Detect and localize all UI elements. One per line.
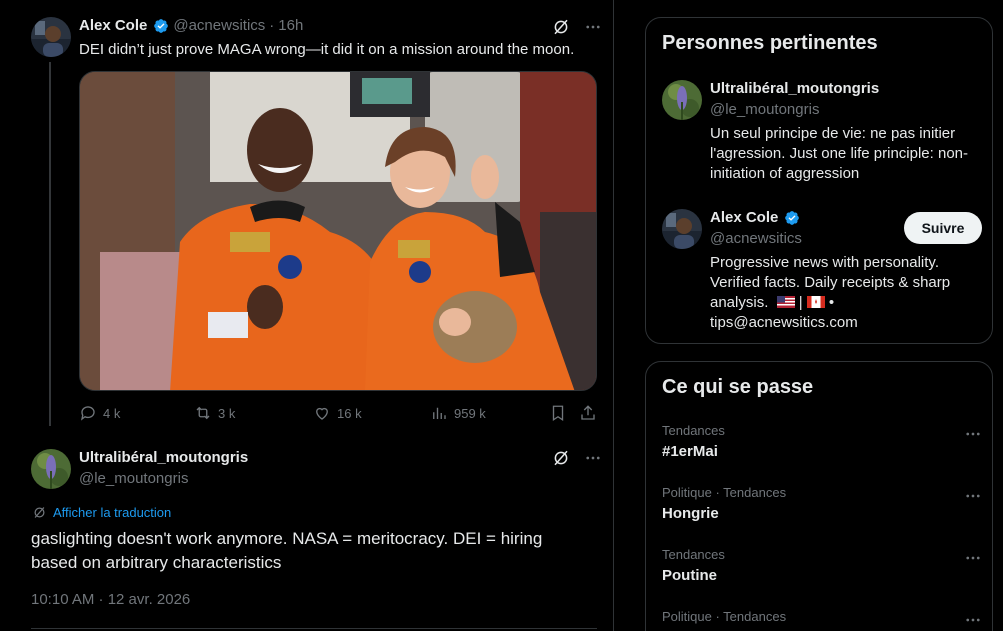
reply-header-actions xyxy=(552,449,602,467)
views-count: 959 k xyxy=(454,405,486,421)
views-icon xyxy=(433,407,446,419)
author-handle[interactable]: @acnewsitics xyxy=(173,17,265,34)
reply-author-name: Ultralibéral_moutongris xyxy=(79,449,248,467)
person-avatar[interactable] xyxy=(662,209,702,249)
grok-icon[interactable] xyxy=(552,449,570,467)
trend-item[interactable]: Tendances Poutine xyxy=(662,547,982,584)
person-avatar[interactable] xyxy=(662,80,702,120)
more-icon[interactable] xyxy=(584,449,602,467)
whats-happening-title: Ce qui se passe xyxy=(662,376,814,398)
more-icon[interactable] xyxy=(964,549,982,567)
reply-author-handle-text[interactable]: @le_moutongris xyxy=(79,470,188,487)
tweet-header-actions xyxy=(552,18,602,36)
trend-name: #1erMai xyxy=(662,443,718,460)
author-avatar[interactable] xyxy=(31,17,71,57)
person-bio: Progressive news with personality. Verif… xyxy=(710,253,982,333)
trend-category: Tendances xyxy=(662,423,725,438)
person-card[interactable]: Ultralibéral_moutongris @le_moutongris U… xyxy=(662,80,982,190)
relevant-people-panel: Personnes pertinentes Ultralibéral_mouto… xyxy=(645,17,993,344)
person-bio-email[interactable]: tips@acnewsitics.com xyxy=(710,314,858,331)
trend-category: Tendances xyxy=(662,547,725,562)
separator-dot: · xyxy=(269,17,275,34)
us-flag-icon xyxy=(776,296,795,308)
tweet-header: Alex Cole @acnewsitics · 16h xyxy=(79,17,303,34)
reply-count: 4 k xyxy=(103,405,121,421)
person-name[interactable]: Alex Cole xyxy=(710,209,778,226)
reply-icon xyxy=(80,406,95,421)
repost-icon xyxy=(196,406,210,420)
divider xyxy=(31,628,597,629)
tweet-time[interactable]: 16h xyxy=(278,17,303,34)
trend-category: Politique · Tendances xyxy=(662,609,787,624)
reply-author-handle: @le_moutongris xyxy=(79,470,188,488)
main-timeline: Alex Cole @acnewsitics · 16h DEI didn’t … xyxy=(0,0,614,631)
follow-button[interactable]: Suivre xyxy=(904,212,982,244)
tweet-text: DEI didn’t just prove MAGA wrong—it did … xyxy=(79,41,575,58)
grok-icon[interactable] xyxy=(552,18,570,36)
whats-happening-panel: Ce qui se passe Tendances #1erMai Politi… xyxy=(645,361,993,631)
reply-author-avatar[interactable] xyxy=(31,449,71,489)
person-name[interactable]: Ultralibéral_moutongris xyxy=(710,80,879,97)
trend-item[interactable]: Politique · Tendances Hongrie xyxy=(662,485,982,522)
trend-item[interactable]: Politique · Tendances xyxy=(662,609,982,629)
person-card[interactable]: Alex Cole @acnewsitics Suivre Progressiv… xyxy=(662,209,982,334)
repost-button[interactable]: 3 k xyxy=(194,404,235,422)
reply-timestamp[interactable]: 10:10 AM · 12 avr. 2026 xyxy=(31,591,190,608)
person-name-row: Alex Cole xyxy=(710,209,800,226)
translate-link[interactable]: Afficher la traduction xyxy=(32,505,171,520)
reply-button[interactable]: 4 k xyxy=(79,404,120,422)
reply-author-name-text[interactable]: Ultralibéral_moutongris xyxy=(79,449,248,466)
share-icon[interactable] xyxy=(579,404,597,422)
person-handle[interactable]: @acnewsitics xyxy=(710,230,802,247)
thread-line xyxy=(49,62,51,426)
tweet-actions-bar: 4 k 3 k 16 k 959 k xyxy=(79,404,597,424)
trend-name: Hongrie xyxy=(662,505,719,522)
more-icon[interactable] xyxy=(964,487,982,505)
trend-name: Poutine xyxy=(662,567,717,584)
repost-count: 3 k xyxy=(218,405,236,421)
like-count: 16 k xyxy=(337,405,362,421)
verified-badge-icon xyxy=(154,18,169,33)
canada-flag-icon xyxy=(806,296,825,308)
trend-item[interactable]: Tendances #1erMai xyxy=(662,423,982,460)
views-button[interactable]: 959 k xyxy=(430,404,486,422)
relevant-people-title: Personnes pertinentes xyxy=(662,32,878,54)
bio-dot: • xyxy=(824,294,835,311)
tweet-media-photo[interactable] xyxy=(79,71,597,391)
bookmark-icon[interactable] xyxy=(549,404,567,422)
like-button[interactable]: 16 k xyxy=(313,404,362,422)
more-icon[interactable] xyxy=(584,18,602,36)
trend-category: Politique · Tendances xyxy=(662,485,787,500)
bio-separator: | xyxy=(794,294,807,311)
reply-text: gaslighting doesn't work anymore. NASA =… xyxy=(31,529,543,572)
heart-icon xyxy=(316,407,328,420)
translate-label[interactable]: Afficher la traduction xyxy=(53,505,171,520)
author-name[interactable]: Alex Cole xyxy=(79,17,147,34)
verified-badge-icon xyxy=(785,210,800,225)
more-icon[interactable] xyxy=(964,611,982,629)
translate-icon xyxy=(34,507,45,518)
person-handle[interactable]: @le_moutongris xyxy=(710,101,819,118)
more-icon[interactable] xyxy=(964,425,982,443)
person-bio: Un seul principe de vie: ne pas initier … xyxy=(710,125,969,182)
